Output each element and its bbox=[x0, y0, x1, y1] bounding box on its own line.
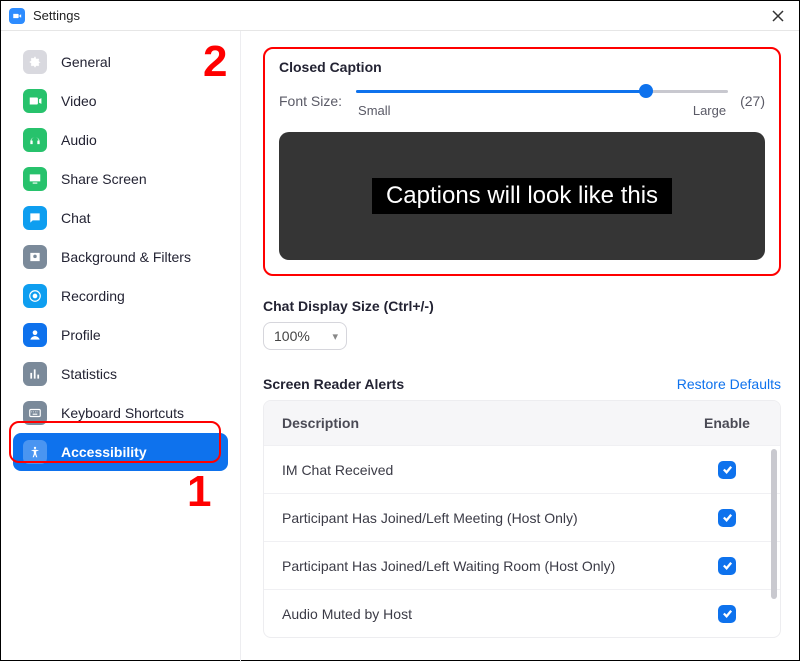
sidebar-item-label: Recording bbox=[61, 288, 125, 304]
sidebar-item-keyboard-shortcuts[interactable]: Keyboard Shortcuts bbox=[13, 394, 228, 432]
chat-icon bbox=[23, 206, 47, 230]
closed-caption-title: Closed Caption bbox=[279, 59, 765, 75]
sidebar-item-accessibility[interactable]: Accessibility bbox=[13, 433, 228, 471]
sidebar-item-label: Share Screen bbox=[61, 171, 147, 187]
titlebar: Settings bbox=[1, 1, 799, 31]
closed-caption-section: Closed Caption Font Size: Small Large (2… bbox=[263, 47, 781, 276]
alert-description: Participant Has Joined/Left Waiting Room… bbox=[282, 558, 692, 574]
alert-enable-checkbox[interactable] bbox=[718, 509, 736, 527]
video-icon bbox=[23, 89, 47, 113]
font-size-max-label: Large bbox=[693, 103, 726, 118]
sidebar-item-share-screen[interactable]: Share Screen bbox=[13, 160, 228, 198]
settings-main-panel: Closed Caption Font Size: Small Large (2… bbox=[241, 31, 799, 662]
settings-sidebar: General Video Audio Share Screen Chat Backgro… bbox=[1, 31, 241, 662]
gear-icon bbox=[23, 50, 47, 74]
sidebar-item-profile[interactable]: Profile bbox=[13, 316, 228, 354]
chat-display-size-title: Chat Display Size (Ctrl+/-) bbox=[263, 298, 781, 314]
background-icon bbox=[23, 245, 47, 269]
sidebar-item-label: Keyboard Shortcuts bbox=[61, 405, 184, 421]
sidebar-item-label: Background & Filters bbox=[61, 249, 191, 265]
sidebar-item-general[interactable]: General bbox=[13, 43, 228, 81]
zoom-app-icon bbox=[9, 8, 25, 24]
sidebar-item-chat[interactable]: Chat bbox=[13, 199, 228, 237]
share-screen-icon bbox=[23, 167, 47, 191]
sidebar-item-background-filters[interactable]: Background & Filters bbox=[13, 238, 228, 276]
alert-row: Participant Has Joined/Left Waiting Room… bbox=[264, 541, 780, 589]
font-size-slider-thumb[interactable] bbox=[639, 84, 653, 98]
chat-display-size-value: 100% bbox=[274, 328, 310, 344]
font-size-label: Font Size: bbox=[279, 93, 342, 109]
font-size-min-label: Small bbox=[358, 103, 391, 118]
sidebar-item-statistics[interactable]: Statistics bbox=[13, 355, 228, 393]
chevron-down-icon: ▾ bbox=[332, 330, 338, 343]
close-button[interactable] bbox=[765, 3, 791, 29]
alert-description: Participant Has Joined/Left Meeting (Hos… bbox=[282, 510, 692, 526]
alerts-table: Description Enable IM Chat Received Parti… bbox=[263, 400, 781, 638]
sidebar-item-label: Chat bbox=[61, 210, 91, 226]
alerts-col-enable: Enable bbox=[692, 415, 762, 431]
audio-icon bbox=[23, 128, 47, 152]
sidebar-item-label: Profile bbox=[61, 327, 101, 343]
keyboard-icon bbox=[23, 401, 47, 425]
chat-display-size-select[interactable]: 100% ▾ bbox=[263, 322, 347, 350]
sidebar-item-label: Statistics bbox=[61, 366, 117, 382]
sidebar-item-label: General bbox=[61, 54, 111, 70]
sidebar-item-recording[interactable]: Recording bbox=[13, 277, 228, 315]
alerts-scrollbar[interactable] bbox=[771, 449, 777, 599]
font-size-slider[interactable] bbox=[356, 83, 728, 99]
alert-row: Audio Muted by Host bbox=[264, 589, 780, 637]
restore-defaults-link[interactable]: Restore Defaults bbox=[677, 376, 781, 392]
font-size-value: (27) bbox=[740, 93, 765, 109]
alert-description: IM Chat Received bbox=[282, 462, 692, 478]
alert-enable-checkbox[interactable] bbox=[718, 461, 736, 479]
alert-enable-checkbox[interactable] bbox=[718, 605, 736, 623]
caption-preview-text: Captions will look like this bbox=[372, 178, 672, 214]
alerts-col-description: Description bbox=[282, 415, 692, 431]
profile-icon bbox=[23, 323, 47, 347]
sidebar-item-video[interactable]: Video bbox=[13, 82, 228, 120]
alert-enable-checkbox[interactable] bbox=[718, 557, 736, 575]
alert-row: Participant Has Joined/Left Meeting (Hos… bbox=[264, 493, 780, 541]
window-title: Settings bbox=[33, 8, 80, 23]
sidebar-item-audio[interactable]: Audio bbox=[13, 121, 228, 159]
recording-icon bbox=[23, 284, 47, 308]
accessibility-icon bbox=[23, 440, 47, 464]
sidebar-item-label: Video bbox=[61, 93, 97, 109]
screen-reader-alerts-title: Screen Reader Alerts bbox=[263, 376, 404, 392]
sidebar-item-label: Accessibility bbox=[61, 444, 147, 460]
caption-preview: Captions will look like this bbox=[279, 132, 765, 260]
alert-row: IM Chat Received bbox=[264, 445, 780, 493]
annotation-number-1: 1 bbox=[187, 467, 211, 517]
statistics-icon bbox=[23, 362, 47, 386]
sidebar-item-label: Audio bbox=[61, 132, 97, 148]
alert-description: Audio Muted by Host bbox=[282, 606, 692, 622]
